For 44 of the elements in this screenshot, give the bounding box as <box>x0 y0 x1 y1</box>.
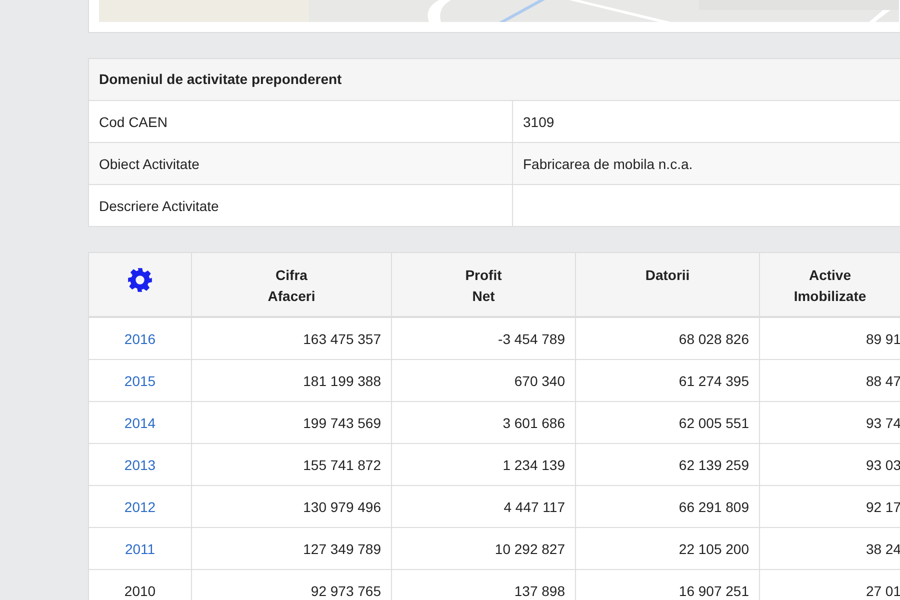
year-link[interactable]: 2016 <box>124 330 156 346</box>
table-cell: 22 105 200 <box>678 540 749 556</box>
table-cell: 10 292 827 <box>494 540 565 556</box>
field-value: 3109 <box>523 114 554 130</box>
year-label: 2010 <box>124 582 156 598</box>
table-cell: 88 47 <box>866 372 900 388</box>
year-link[interactable]: 2011 <box>124 540 156 556</box>
table-cell: 89 91 <box>866 330 900 346</box>
year-link[interactable]: 2012 <box>124 498 156 514</box>
column-header: Profit Net <box>465 266 502 306</box>
table-cell: 127 349 789 <box>303 540 381 556</box>
table-cell: 155 741 872 <box>303 456 381 472</box>
table-cell: 163 475 357 <box>303 330 381 346</box>
table-cell: 93 03 <box>866 456 900 472</box>
field-label: Descriere Activitate <box>99 198 219 214</box>
table-cell: 3 601 686 <box>502 414 565 430</box>
column-header: Cifra Afaceri <box>268 266 316 306</box>
table-cell: 137 898 <box>514 582 565 598</box>
year-link[interactable]: 2015 <box>124 372 156 388</box>
table-cell: 61 274 395 <box>678 372 749 388</box>
table-cell: 130 979 496 <box>303 498 381 514</box>
table-cell: 4 447 117 <box>504 498 565 514</box>
table-cell: 181 199 388 <box>303 372 381 388</box>
table-cell: 199 743 569 <box>303 414 381 430</box>
section-title: Domeniul de activitate preponderent <box>89 59 900 101</box>
field-value: Fabricarea de mobila n.c.a. <box>523 156 693 172</box>
table-cell: 27 01 <box>866 582 900 598</box>
table-cell: 62 005 551 <box>678 414 749 430</box>
settings-icon[interactable] <box>127 267 153 293</box>
column-header: Datorii <box>645 266 690 285</box>
field-label: Cod CAEN <box>99 114 168 130</box>
table-cell: 1 234 139 <box>502 456 565 472</box>
table-cell: 92 17 <box>866 498 900 514</box>
table-cell: -3 454 789 <box>498 330 565 346</box>
table-cell: 68 028 826 <box>678 330 749 346</box>
table-cell: 670 340 <box>514 372 565 388</box>
table-cell: 66 291 809 <box>678 498 749 514</box>
table-cell: 62 139 259 <box>678 456 749 472</box>
table-cell: 16 907 251 <box>678 582 749 598</box>
column-header: Active Imobilizate <box>794 266 866 306</box>
table-cell: 92 973 765 <box>310 582 381 598</box>
year-link[interactable]: 2013 <box>124 456 156 472</box>
year-link[interactable]: 2014 <box>124 414 156 430</box>
field-label: Obiect Activitate <box>99 156 200 172</box>
